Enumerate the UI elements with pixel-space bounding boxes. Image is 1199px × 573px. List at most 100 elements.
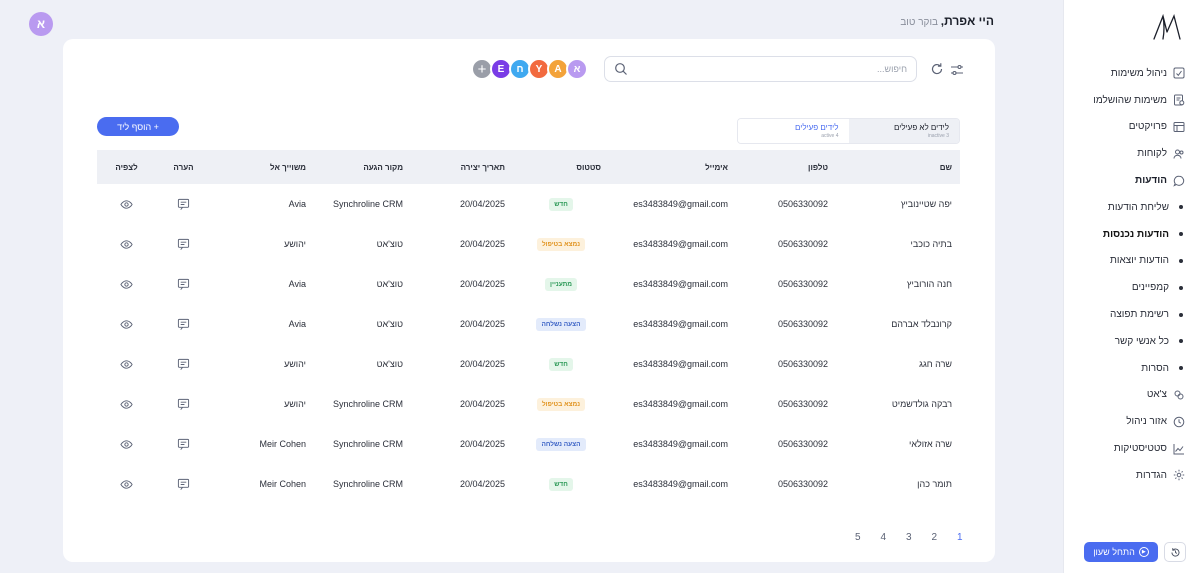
sidebar-item-14[interactable]: סטטיסטיקות <box>1075 435 1185 462</box>
comment-icon[interactable] <box>177 438 190 450</box>
sidebar-item-0[interactable]: ניהול משימות <box>1075 60 1185 87</box>
sidebar-item-2[interactable]: פרויקטים <box>1075 114 1185 141</box>
cell-name: רבקה גולדשמיט <box>836 384 960 424</box>
sidebar-item-3[interactable]: לקוחות <box>1075 140 1185 167</box>
eye-icon[interactable] <box>120 238 133 249</box>
tab-inactive-leads[interactable]: לידים לא פעילים inactive 3 <box>848 119 959 143</box>
comment-icon[interactable] <box>177 478 190 490</box>
page-5[interactable]: 5 <box>845 532 871 543</box>
table-row[interactable]: שרה אזולאי 0506330092 es3483849@gmail.com ה… <box>97 424 960 464</box>
cell-assigned: Meir Cohen <box>211 464 314 504</box>
sidebar-item-8[interactable]: קמפיינים <box>1075 274 1185 301</box>
cell-date: 20/04/2025 <box>411 304 513 344</box>
play-icon: ▶ <box>1138 547 1149 557</box>
cell-text: 0506330092 <box>777 279 828 289</box>
comment-icon[interactable] <box>177 398 190 410</box>
eye-icon[interactable] <box>120 398 133 409</box>
add-lead-button[interactable]: + הוסף ליד <box>97 117 179 136</box>
cell-name: בתיה כוכבי <box>836 224 960 264</box>
cell-text: 0506330092 <box>777 199 828 209</box>
comment-icon[interactable] <box>177 358 190 370</box>
status-badge: חדש <box>549 477 573 491</box>
table-row[interactable]: תומר כהן 0506330092 es3483849@gmail.com חדש… <box>97 464 960 504</box>
cell-assigned: Avia <box>211 264 314 304</box>
table-row[interactable]: יפה שטיינוביץ 0506330092 es3483849@gmail.c… <box>97 184 960 224</box>
column-header[interactable]: משוייך אל <box>211 150 314 184</box>
sidebar-item-10[interactable]: כל אנשי קשר <box>1075 328 1185 355</box>
history-button[interactable] <box>1164 542 1186 562</box>
comment-icon[interactable] <box>177 198 190 210</box>
sidebar-item-5[interactable]: שליחת הודעות <box>1075 194 1185 221</box>
page-4[interactable]: 4 <box>871 532 897 543</box>
sidebar-item-label: קמפיינים <box>1131 282 1169 294</box>
page-3[interactable]: 3 <box>896 532 922 543</box>
column-header[interactable]: לצפיה <box>97 150 156 184</box>
page-2[interactable]: 2 <box>922 532 948 543</box>
sidebar-item-label: הסרות <box>1141 362 1169 374</box>
column-header[interactable]: שם <box>836 150 960 184</box>
sidebar-item-1[interactable]: משימות שהושלמו <box>1075 87 1185 114</box>
cell-text: es3483849@gmail.com <box>633 479 728 489</box>
eye-icon[interactable] <box>120 198 133 209</box>
cell-status: נמצא בטיפול <box>513 384 609 424</box>
column-header[interactable]: מקור הגעה <box>314 150 411 184</box>
sidebar-item-label: רשימת תפוצה <box>1110 309 1169 321</box>
sidebar-item-label: שליחת הודעות <box>1107 201 1169 213</box>
settings-icon <box>1173 469 1185 481</box>
comment-icon[interactable] <box>177 278 190 290</box>
sidebar-item-label: ניהול משימות <box>1110 67 1167 79</box>
start-shift-button[interactable]: ▶ התחל שעון <box>1084 542 1158 562</box>
sidebar-item-6[interactable]: הודעות נכנסות <box>1075 221 1185 248</box>
status-badge: נמצא בטיפול <box>536 397 586 411</box>
column-header[interactable]: סטטוס <box>513 150 609 184</box>
sidebar-item-11[interactable]: הסרות <box>1075 355 1185 382</box>
table-row[interactable]: חנה הורוביץ 0506330092 es3483849@gmail.com… <box>97 264 960 304</box>
cell-assigned: יהושע <box>211 344 314 384</box>
cell-text: תומר כהן <box>917 479 952 489</box>
table-row[interactable]: קרונבלד אברהם 0506330092 es3483849@gmail.c… <box>97 304 960 344</box>
page-1[interactable]: 1 <box>947 532 973 543</box>
cell-status: חדש <box>513 344 609 384</box>
sidebar-item-13[interactable]: אזור ניהול <box>1075 408 1185 435</box>
comment-icon[interactable] <box>177 238 190 250</box>
sidebar-item-12[interactable]: צ'אט <box>1075 382 1185 409</box>
table-row[interactable]: בתיה כוכבי 0506330092 es3483849@gmail.com נ… <box>97 224 960 264</box>
sidebar-item-9[interactable]: רשימת תפוצה <box>1075 301 1185 328</box>
cell-date: 20/04/2025 <box>411 224 513 264</box>
cell-phone: 0506330092 <box>736 424 836 464</box>
greeting-sub: בוקר טוב <box>900 17 941 28</box>
column-header[interactable]: הערה <box>156 150 211 184</box>
sidebar-item-7[interactable]: הודעות יוצאות <box>1075 248 1185 275</box>
admin-clock-icon <box>1173 416 1185 428</box>
search-icon <box>614 62 628 76</box>
column-header[interactable]: אימייל <box>609 150 736 184</box>
tasks-icon <box>1173 67 1185 79</box>
column-header[interactable]: תאריך יצירה <box>411 150 513 184</box>
cell-comment <box>156 184 211 224</box>
refresh-icon[interactable] <box>930 62 944 76</box>
search-input[interactable] <box>636 64 907 74</box>
eye-icon[interactable] <box>120 358 133 369</box>
column-header[interactable]: טלפון <box>736 150 836 184</box>
cell-text: 20/04/2025 <box>459 239 505 249</box>
cell-status: מתעניין <box>513 264 609 304</box>
eye-icon[interactable] <box>120 318 133 329</box>
table-row[interactable]: שרה חגג 0506330092 es3483849@gmail.com חדש 2… <box>97 344 960 384</box>
team-avatar[interactable]: א <box>566 58 588 80</box>
cell-email: es3483849@gmail.com <box>609 184 736 224</box>
cell-view <box>97 184 156 224</box>
cell-name: שרה חגג <box>836 344 960 384</box>
comment-icon[interactable] <box>177 318 190 330</box>
sidebar-item-15[interactable]: הגדרות <box>1075 462 1185 489</box>
eye-icon[interactable] <box>120 438 133 449</box>
user-avatar[interactable]: א <box>29 12 53 36</box>
cell-text: 0506330092 <box>777 439 828 449</box>
cell-comment <box>156 304 211 344</box>
tab-active-leads[interactable]: לידים פעילים active 4 <box>738 119 849 143</box>
eye-icon[interactable] <box>120 478 133 489</box>
sidebar-item-4[interactable]: הודעות <box>1075 167 1185 194</box>
cell-view <box>97 464 156 504</box>
table-row[interactable]: רבקה גולדשמיט 0506330092 es3483849@gmail.c… <box>97 384 960 424</box>
filter-icon[interactable] <box>950 63 964 77</box>
eye-icon[interactable] <box>120 278 133 289</box>
